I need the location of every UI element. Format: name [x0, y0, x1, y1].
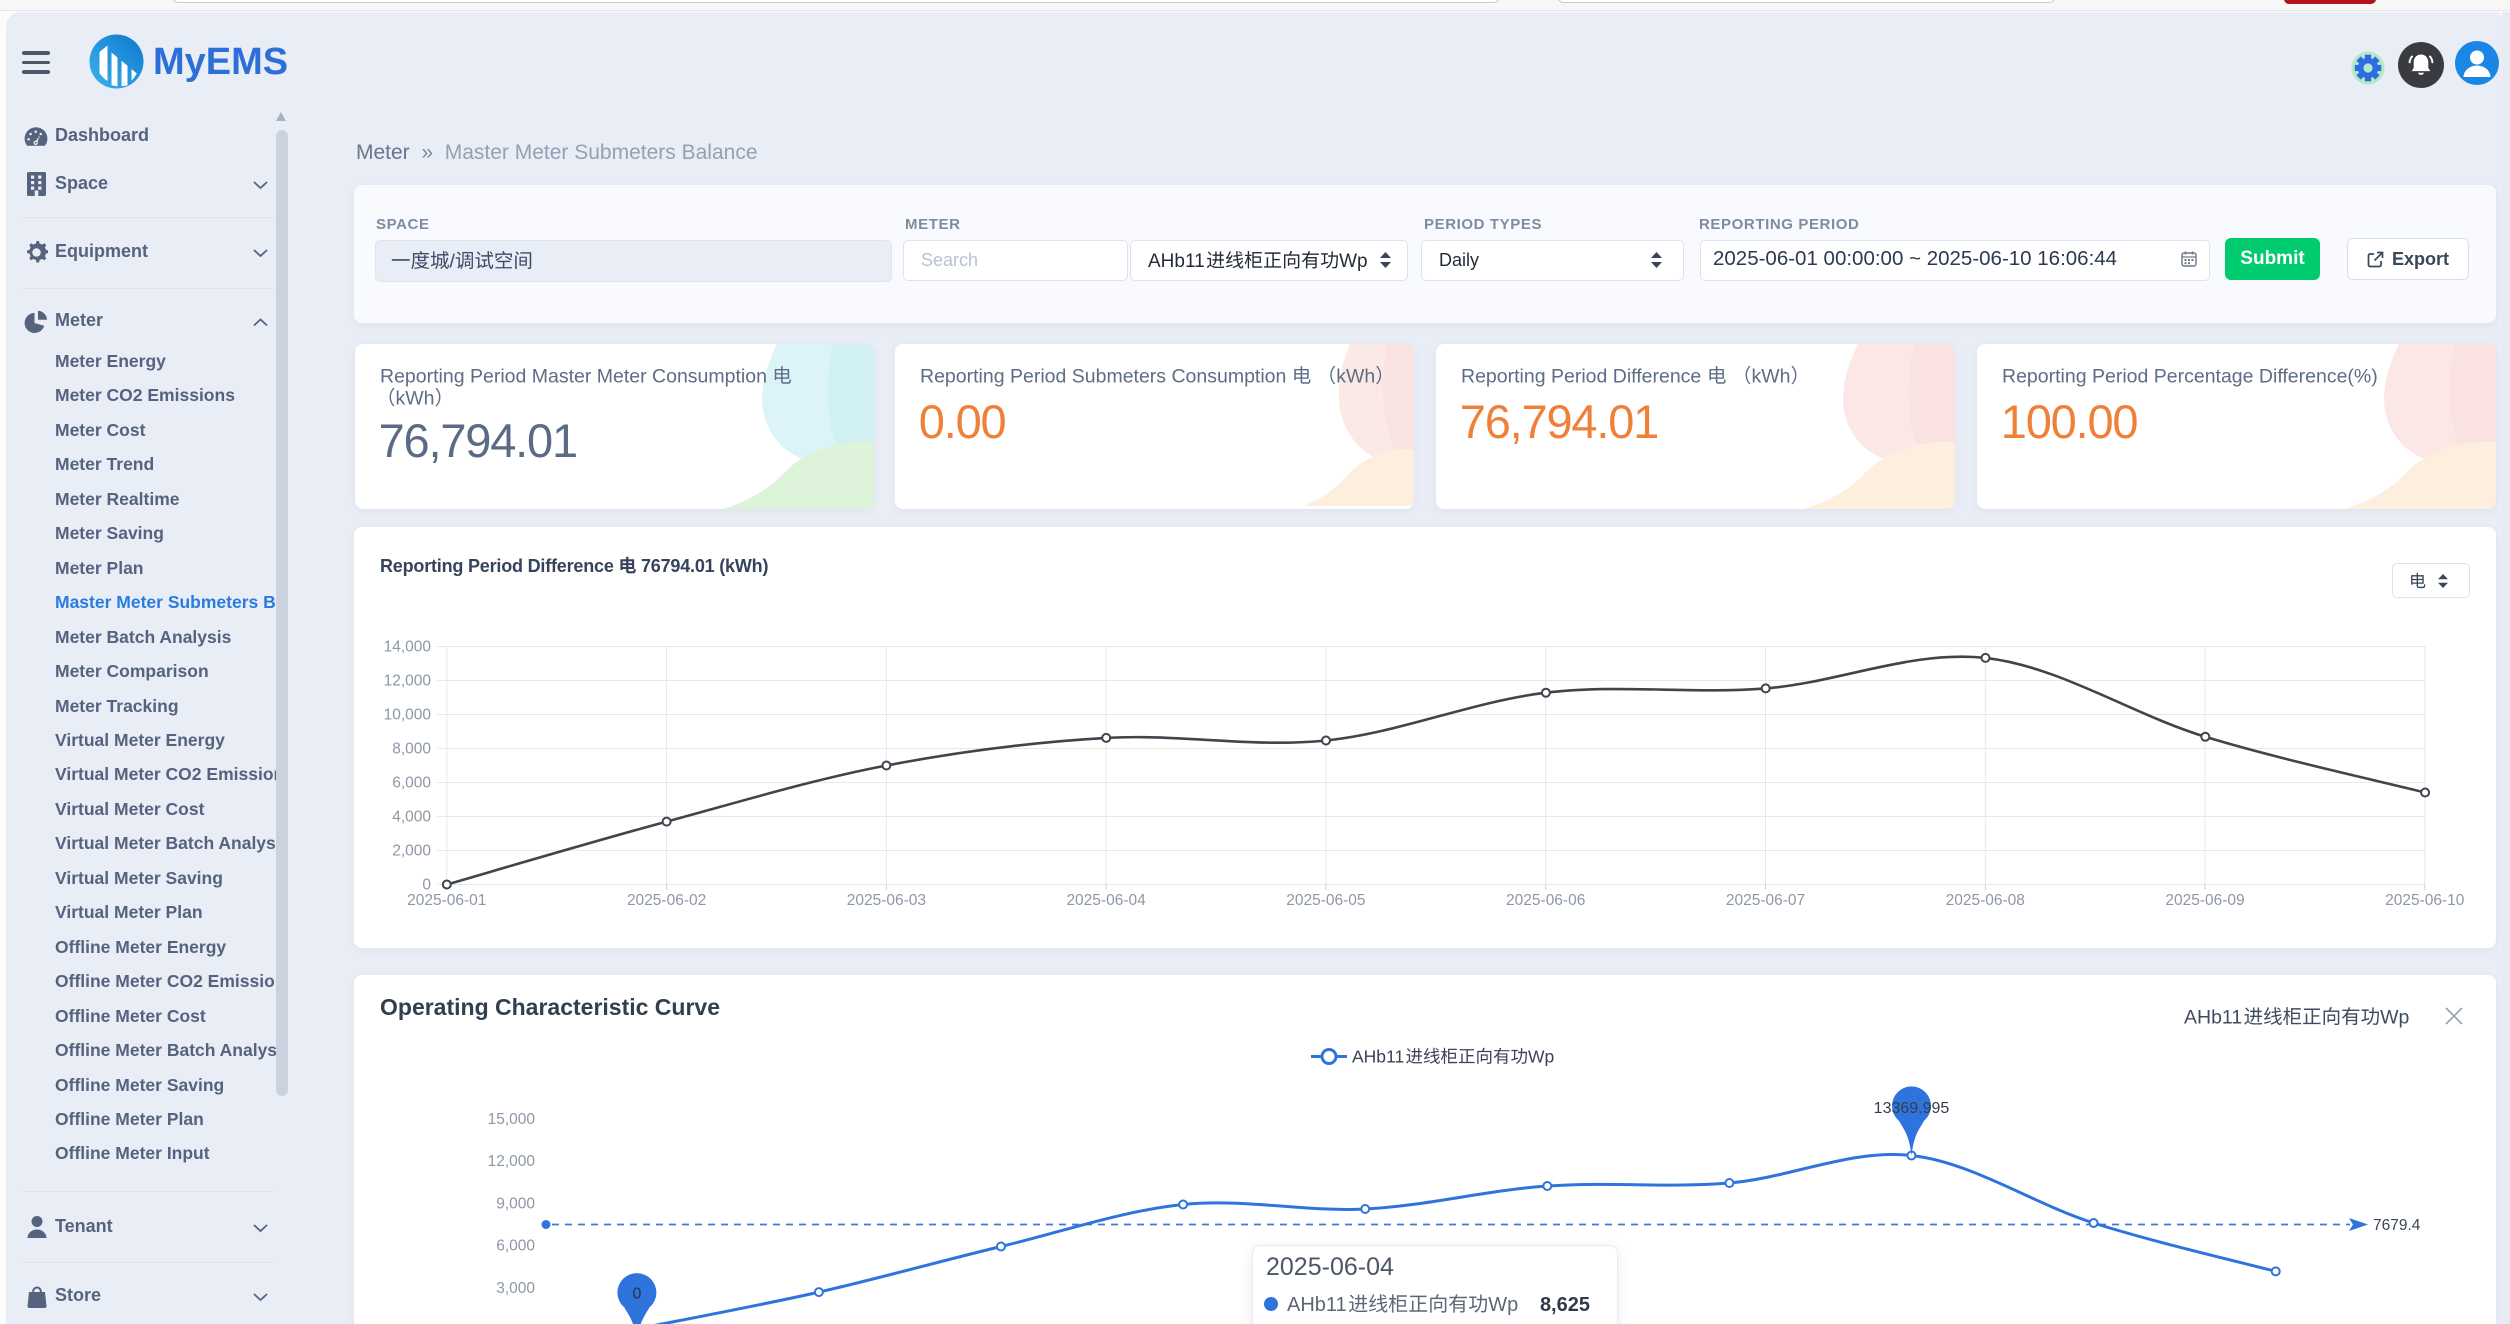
svg-text:6,000: 6,000: [496, 1238, 535, 1255]
svg-text:13369.995: 13369.995: [1874, 1100, 1950, 1117]
svg-text:AHb11: AHb11: [1287, 1294, 1347, 1316]
svg-text:7679.4: 7679.4: [2373, 1217, 2421, 1234]
svg-text:0: 0: [632, 1286, 641, 1303]
svg-text:15,000: 15,000: [488, 1111, 536, 1128]
svg-text:12,000: 12,000: [488, 1153, 536, 1170]
svg-text:9,000: 9,000: [496, 1195, 535, 1212]
svg-text:3,000: 3,000: [496, 1280, 535, 1297]
